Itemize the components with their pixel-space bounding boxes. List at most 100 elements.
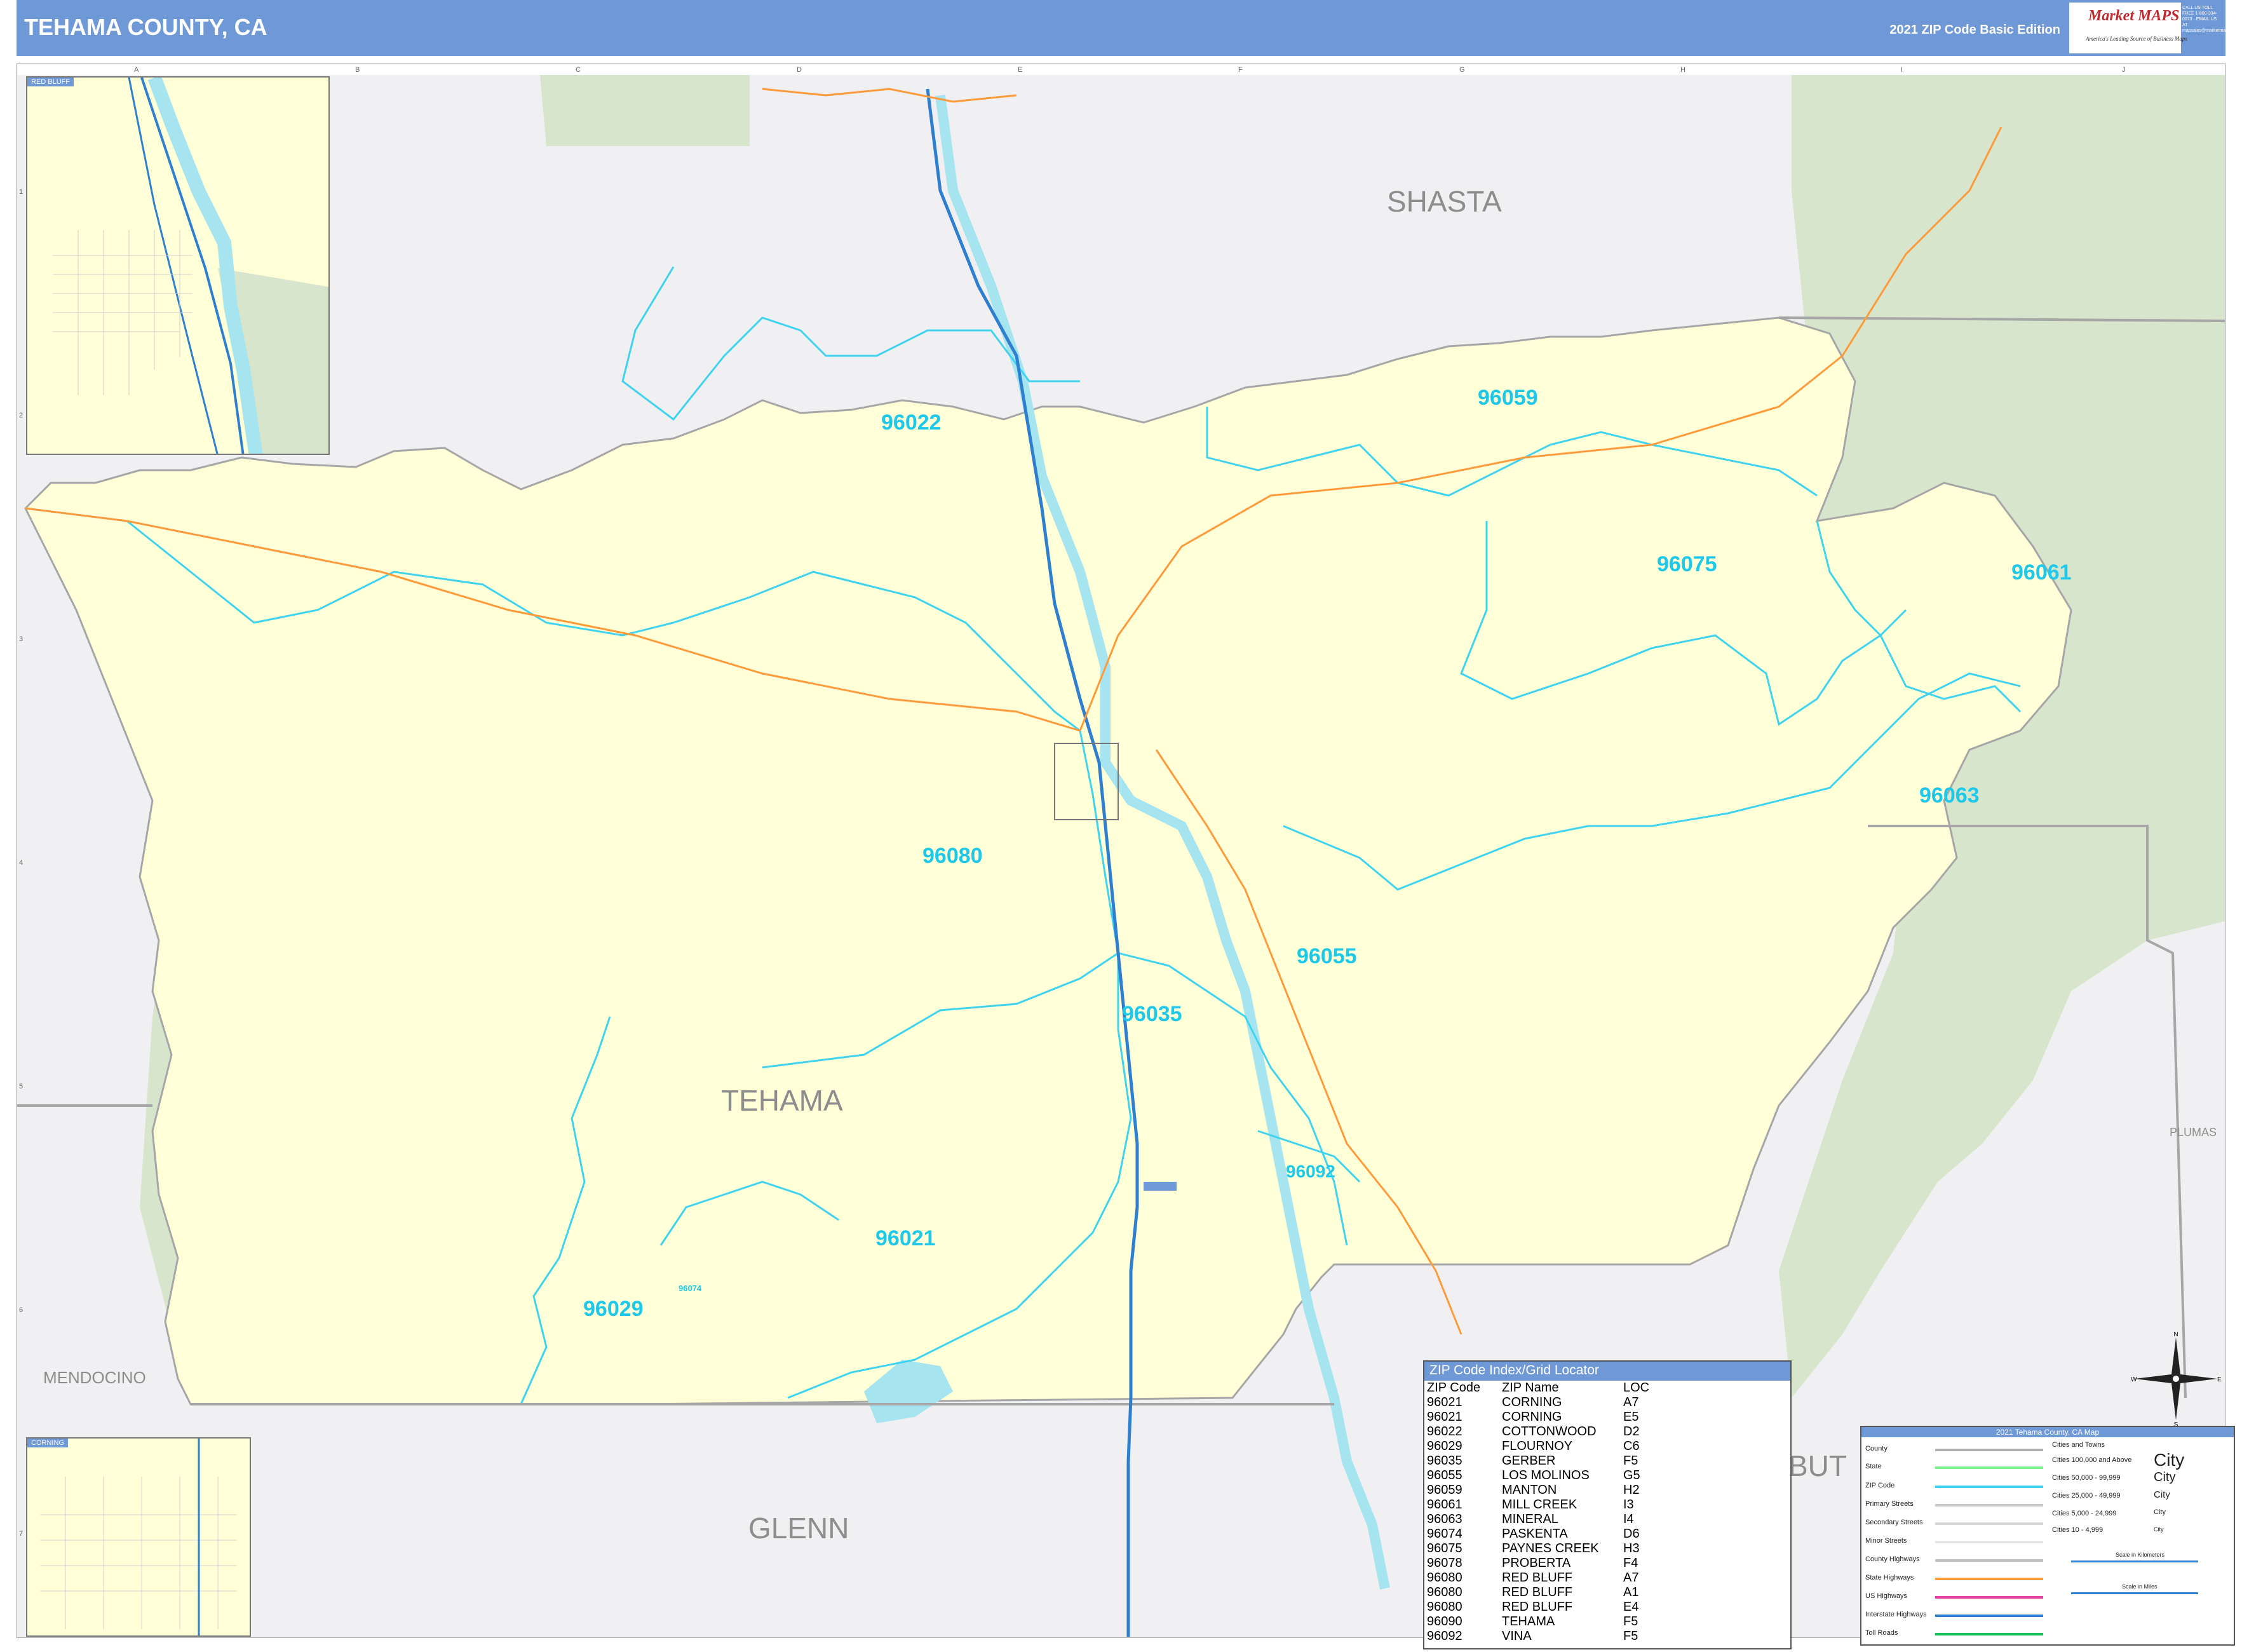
red-bluff-inset[interactable]: RED BLUFF — [26, 76, 330, 455]
table-row: 96035 GERBER F5 — [1427, 1454, 1653, 1468]
zip-name-cell: PAYNES CREEK — [1502, 1541, 1599, 1555]
zip-code-cell: 96063 — [1427, 1512, 1462, 1526]
zip-label-96029[interactable]: 96029 — [583, 1297, 644, 1322]
zip-loc-cell: A7 — [1623, 1571, 1639, 1585]
grid-row-1: 1 — [19, 188, 24, 196]
grid-row-6: 6 — [19, 1306, 24, 1314]
zip-label-96080[interactable]: 96080 — [922, 844, 983, 869]
table-row: 96022 COTTONWOOD D2 — [1427, 1425, 1653, 1439]
legend-label-minor: Minor Streets — [1865, 1537, 1907, 1545]
red-bluff-inset-title: RED BLUFF — [27, 78, 74, 86]
zip-loc-cell: E5 — [1623, 1410, 1639, 1424]
legend-title: 2021 Tehama County, CA Map — [1861, 1427, 2234, 1437]
zip-code-cell: 96022 — [1427, 1425, 1462, 1439]
legend-scale-km: Scale in Kilometers — [2116, 1552, 2165, 1558]
inset-street-grid — [53, 230, 192, 395]
zip-code-cell: 96021 — [1427, 1410, 1462, 1424]
county-label-tehama: TEHAMA — [721, 1084, 843, 1117]
red-bluff-inset-map — [53, 78, 328, 454]
zip-index-col-code: ZIP Code — [1427, 1381, 1481, 1395]
legend-swatch-interstate — [1935, 1615, 2043, 1617]
legend-scale-km-bar — [2071, 1561, 2198, 1562]
table-row: 96075 PAYNES CREEK H3 — [1427, 1541, 1653, 1556]
zip-name-cell: TEHAMA — [1502, 1615, 1555, 1628]
legend-city-sample-5: City — [2154, 1526, 2164, 1533]
zip-loc-cell: E4 — [1623, 1600, 1639, 1614]
corning-street-grid — [40, 1477, 237, 1629]
zip-label-96092[interactable]: 96092 — [1286, 1161, 1335, 1182]
zip-code-cell: 96061 — [1427, 1498, 1462, 1512]
legend-swatch-county — [1935, 1449, 2043, 1451]
zip-label-96035[interactable]: 96035 — [1122, 1002, 1182, 1027]
table-row: 96080 RED BLUFF A7 — [1427, 1571, 1653, 1585]
grid-col-b: B — [355, 66, 360, 74]
compass-e: E — [2217, 1376, 2222, 1383]
zip-label-96021[interactable]: 96021 — [875, 1226, 936, 1251]
zip-name-cell: GERBER — [1502, 1454, 1556, 1468]
county-map[interactable] — [0, 0, 2242, 1652]
zip-loc-cell: D2 — [1623, 1425, 1640, 1439]
grid-col-h: H — [1680, 66, 1685, 74]
grid-row-4: 4 — [19, 859, 24, 867]
zip-name-cell: MANTON — [1502, 1483, 1557, 1497]
table-row: 96063 MINERAL I4 — [1427, 1512, 1653, 1527]
legend-label-county-hwy: County Highways — [1865, 1555, 1920, 1563]
corning-inset-title: CORNING — [27, 1439, 68, 1447]
table-row: 96021 CORNING A7 — [1427, 1395, 1653, 1410]
legend-label-interstate: Interstate Highways — [1865, 1611, 1927, 1618]
zip-code-cell: 96021 — [1427, 1395, 1462, 1409]
zip-code-cell: 96080 — [1427, 1571, 1462, 1585]
county-label-glenn: GLENN — [748, 1512, 849, 1545]
grid-col-j: J — [2122, 66, 2126, 74]
corning-inset-marker — [1144, 1182, 1177, 1191]
corning-inset-map — [40, 1439, 237, 1635]
legend-label-primary: Primary Streets — [1865, 1500, 1914, 1508]
zip-code-cell: 96075 — [1427, 1541, 1462, 1555]
table-row: 96078 PROBERTA F4 — [1427, 1556, 1653, 1571]
zip-label-96061[interactable]: 96061 — [2011, 560, 2072, 585]
grid-row-7: 7 — [19, 1530, 24, 1538]
zip-loc-cell: F5 — [1623, 1615, 1638, 1628]
zip-label-96059[interactable]: 96059 — [1478, 386, 1538, 410]
legend-label-county: County — [1865, 1445, 1887, 1452]
zip-loc-cell: F4 — [1623, 1556, 1638, 1570]
legend-label-us-hwy: US Highways — [1865, 1592, 1908, 1600]
compass-rose-icon: N S W E — [2131, 1331, 2222, 1426]
zip-label-96074[interactable]: 96074 — [679, 1283, 701, 1293]
zip-name-cell: PROBERTA — [1502, 1556, 1571, 1570]
zip-loc-cell: F5 — [1623, 1454, 1638, 1468]
shasta-trinity-forest — [540, 75, 750, 146]
table-row: 96080 RED BLUFF A1 — [1427, 1585, 1653, 1600]
zip-loc-cell: H3 — [1623, 1541, 1640, 1555]
legend-city-range-5: Cities 10 - 4,999 — [2052, 1526, 2104, 1534]
zip-index-title: ZIP Code Index/Grid Locator — [1424, 1362, 1790, 1381]
legend-city-sample-2: City — [2154, 1470, 2176, 1484]
zip-label-96063[interactable]: 96063 — [1919, 783, 1980, 808]
zip-name-cell: CORNING — [1502, 1410, 1562, 1424]
table-row: 96080 RED BLUFF E4 — [1427, 1600, 1653, 1615]
compass-n: N — [2173, 1331, 2178, 1338]
zip-loc-cell: F5 — [1623, 1629, 1638, 1643]
legend-label-secondary: Secondary Streets — [1865, 1519, 1923, 1526]
grid-col-c: C — [576, 66, 581, 74]
zip-name-cell: RED BLUFF — [1502, 1600, 1573, 1614]
zip-name-cell: MINERAL — [1502, 1512, 1558, 1526]
legend-scale-mi-bar — [2071, 1592, 2198, 1594]
zip-label-96075[interactable]: 96075 — [1657, 552, 1717, 577]
zip-code-cell: 96074 — [1427, 1527, 1462, 1541]
zip-name-cell: MILL CREEK — [1502, 1498, 1577, 1512]
zip-code-cell: 96059 — [1427, 1483, 1462, 1497]
grid-col-a: A — [134, 66, 139, 74]
county-label-plumas: PLUMAS — [2170, 1126, 2217, 1139]
county-label-mendocino: MENDOCINO — [43, 1368, 146, 1387]
corning-inset[interactable]: CORNING — [26, 1437, 251, 1637]
zip-name-cell: CORNING — [1502, 1395, 1562, 1409]
legend-swatch-secondary — [1935, 1522, 2043, 1525]
legend-cities-header: Cities and Towns — [2052, 1441, 2105, 1449]
zip-label-96055[interactable]: 96055 — [1297, 944, 1357, 969]
zip-name-cell: RED BLUFF — [1502, 1571, 1573, 1585]
zip-code-cell: 96080 — [1427, 1585, 1462, 1599]
legend-city-range-1: Cities 100,000 and Above — [2052, 1456, 2132, 1464]
grid-col-d: D — [797, 66, 802, 74]
zip-label-96022[interactable]: 96022 — [881, 410, 942, 435]
